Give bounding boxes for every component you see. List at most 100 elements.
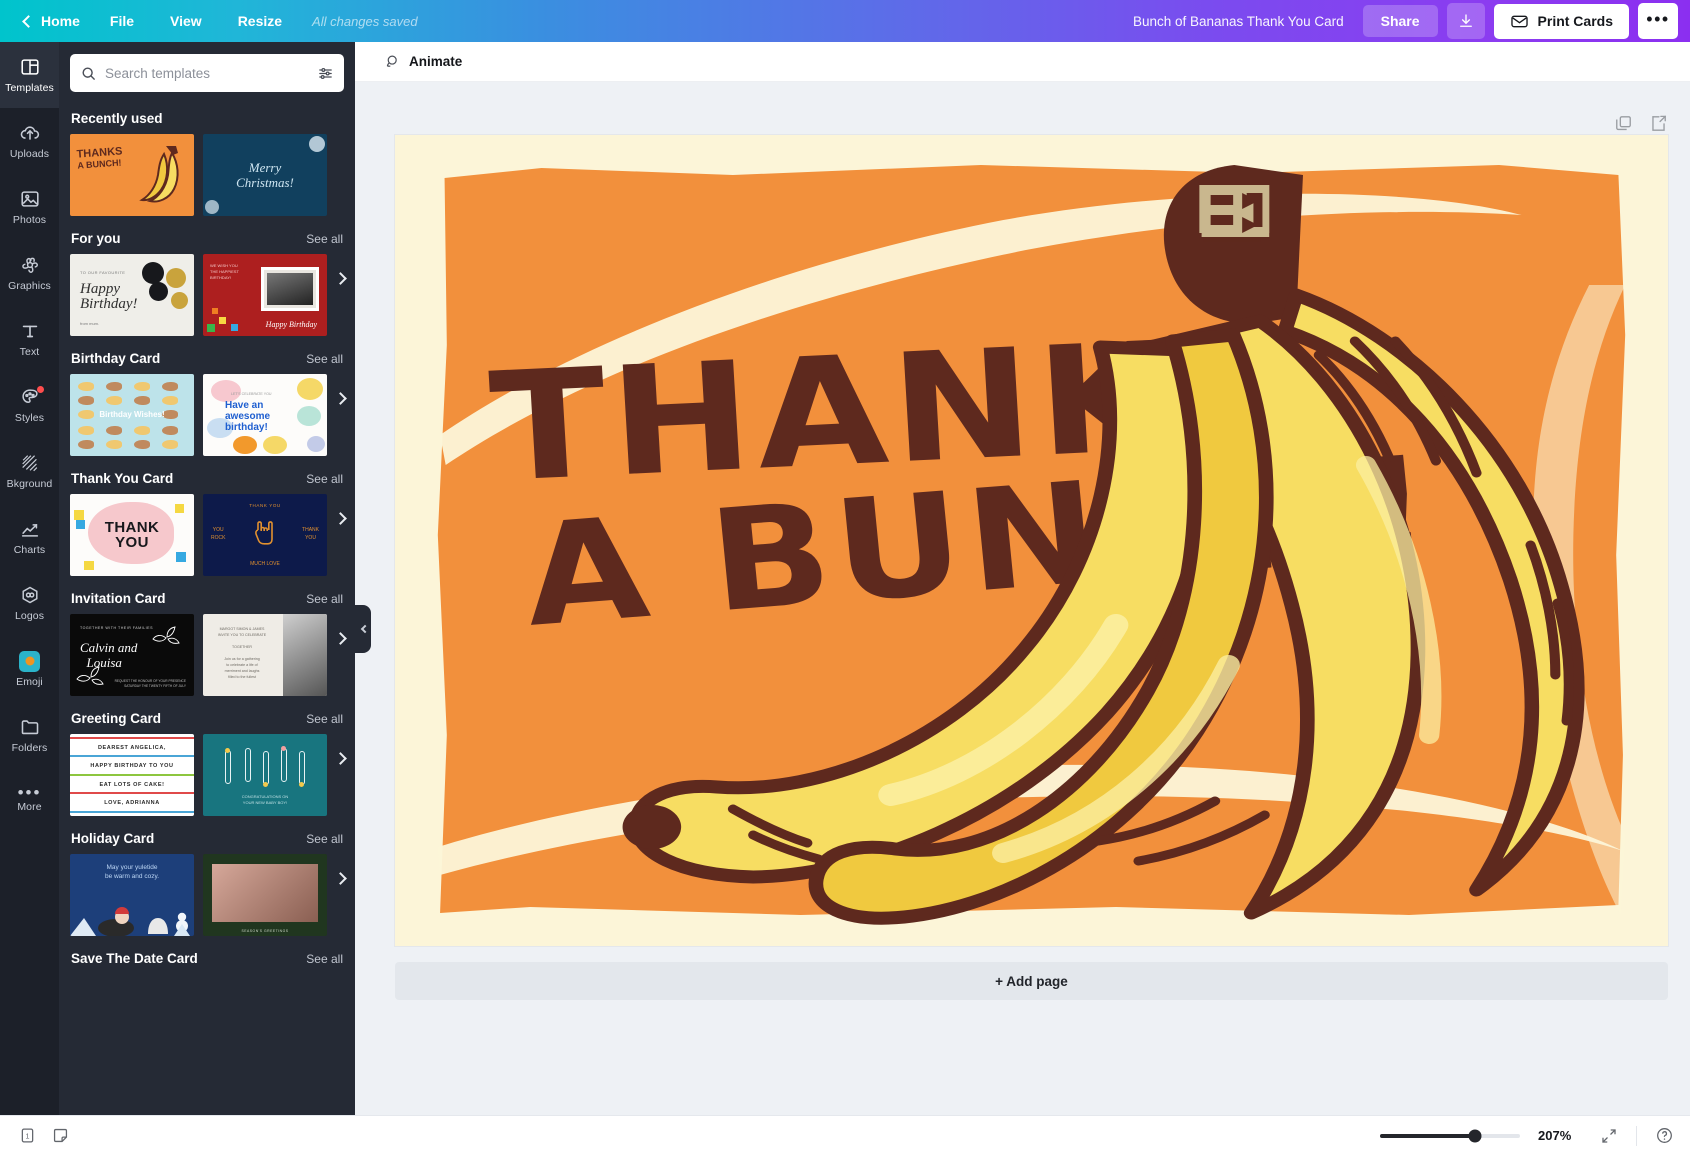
template-safety-pins[interactable]: CONGRATULATIONS ON YOUR NEW BABY BOY! bbox=[203, 734, 327, 816]
see-all-birthday-card[interactable]: See all bbox=[306, 352, 343, 366]
chevron-right-icon bbox=[333, 391, 347, 405]
template-awesome-birthday[interactable]: LET'S CELEBRATE YOU Have an awesome birt… bbox=[203, 374, 327, 456]
see-all-invitation-card[interactable]: See all bbox=[306, 592, 343, 606]
sidebar-label-text: Text bbox=[19, 346, 40, 359]
sidebar-item-styles[interactable]: Styles bbox=[0, 372, 59, 438]
sidebar-label-uploads: Uploads bbox=[9, 148, 50, 161]
sidebar-item-emoji[interactable]: Emoji bbox=[0, 636, 59, 702]
folder-icon bbox=[21, 720, 38, 735]
section-title: Save The Date Card bbox=[71, 951, 198, 966]
template-gathering-invitation[interactable]: MARGOT SIMON & JAMES INVITE YOU TO CELEB… bbox=[203, 614, 327, 696]
confetti bbox=[212, 308, 218, 314]
sidebar-item-photos[interactable]: Photos bbox=[0, 174, 59, 240]
template-yuletide-card[interactable]: May your yuletide be warm and cozy. bbox=[70, 854, 194, 936]
balloon bbox=[142, 262, 164, 284]
thumbnail-row: Birthday Wishes! LET'S CELEBRATE YOU Hav… bbox=[70, 374, 347, 456]
menu-item-file[interactable]: File bbox=[92, 7, 152, 35]
scroll-next-for-you[interactable] bbox=[329, 261, 351, 295]
winter-scene-art bbox=[70, 907, 190, 936]
zoom-slider-knob[interactable] bbox=[1468, 1129, 1482, 1142]
chevron-right-icon bbox=[333, 751, 347, 765]
fish bbox=[78, 440, 94, 449]
notes-icon bbox=[53, 1128, 68, 1143]
section-title: Holiday Card bbox=[71, 831, 155, 846]
fullscreen-icon bbox=[1602, 1128, 1616, 1143]
see-all-thank-you-card[interactable]: See all bbox=[306, 472, 343, 486]
page-thumbnail-button[interactable]: 1 bbox=[18, 1126, 37, 1145]
add-page-button[interactable]: + Add page bbox=[395, 962, 1668, 1000]
templates-panel: Recently used THANKS A BUNCH! bbox=[59, 42, 355, 1115]
search-input[interactable] bbox=[105, 65, 309, 81]
sidebar-item-uploads[interactable]: Uploads bbox=[0, 108, 59, 174]
template-thank-you-pink[interactable]: THANK YOU bbox=[70, 494, 194, 576]
section-title: Recently used bbox=[71, 111, 163, 126]
template-dearest-angelica[interactable]: DEAREST ANGELICA, HAPPY BIRTHDAY TO YOU … bbox=[70, 734, 194, 816]
see-all-holiday-card[interactable]: See all bbox=[306, 832, 343, 846]
template-merry-christmas[interactable]: Merry Christmas! bbox=[203, 134, 327, 216]
print-cards-button[interactable]: Print Cards bbox=[1493, 3, 1629, 39]
thumb-text: LOVE, ADRIANNA bbox=[104, 800, 160, 806]
add-page-label: + Add page bbox=[995, 973, 1068, 989]
section-header: Holiday Card See all bbox=[70, 820, 344, 854]
notes-button[interactable] bbox=[51, 1126, 70, 1145]
thumb-text: EAT LOTS OF CAKE! bbox=[99, 782, 165, 788]
menu-item-resize[interactable]: Resize bbox=[220, 7, 300, 35]
sidebar-item-text[interactable]: Text bbox=[0, 306, 59, 372]
thumb-caption: TO OUR FAVOURITE bbox=[80, 270, 126, 275]
see-all-save-the-date[interactable]: See all bbox=[306, 952, 343, 966]
editor-main: Animate THANKS A BUNCH! + Add page bbox=[355, 42, 1690, 1115]
divider bbox=[70, 811, 194, 813]
thumb-text: Birthday Wishes! bbox=[99, 410, 165, 419]
more-options-button[interactable]: ••• bbox=[1638, 3, 1678, 39]
thumb-text: THANK YOU bbox=[104, 519, 160, 551]
emoji-icon bbox=[19, 650, 40, 672]
search-box[interactable] bbox=[70, 54, 344, 92]
filter-sliders-icon[interactable] bbox=[317, 65, 334, 82]
sidebar-item-more[interactable]: ••• More bbox=[0, 768, 59, 834]
sidebar-item-logos[interactable]: Logos bbox=[0, 570, 59, 636]
thumb-caption: TOGETHER WITH THEIR FAMILIES bbox=[80, 626, 153, 630]
pin-head bbox=[263, 782, 268, 787]
collapse-panel-handle[interactable] bbox=[355, 605, 371, 653]
canvas-area[interactable]: THANKS A BUNCH! + Add page bbox=[355, 82, 1690, 1115]
export-page-icon[interactable] bbox=[1649, 114, 1668, 133]
fish bbox=[162, 382, 178, 391]
template-happy-birthday-balloons[interactable]: TO OUR FAVOURITE Happy Birthday! from mum… bbox=[70, 254, 194, 336]
scroll-next-holiday[interactable] bbox=[329, 861, 351, 895]
scroll-next-invitation[interactable] bbox=[329, 621, 351, 655]
see-all-for-you[interactable]: See all bbox=[306, 232, 343, 246]
share-button[interactable]: Share bbox=[1362, 5, 1438, 37]
template-birthday-wishes-fish[interactable]: Birthday Wishes! bbox=[70, 374, 194, 456]
template-happy-birthday-photo[interactable]: WE WISH YOU THE HAPPIEST BIRTHDAY! Happy… bbox=[203, 254, 327, 336]
sidebar-item-charts[interactable]: Charts bbox=[0, 504, 59, 570]
scroll-next-birthday[interactable] bbox=[329, 381, 351, 415]
duplicate-page-icon[interactable] bbox=[1614, 114, 1633, 133]
template-thanks-a-bunch[interactable]: THANKS A BUNCH! bbox=[70, 134, 194, 216]
sidebar-item-folders[interactable]: Folders bbox=[0, 702, 59, 768]
download-button[interactable] bbox=[1446, 3, 1485, 39]
home-button[interactable]: Home bbox=[12, 7, 92, 35]
document-title[interactable]: Bunch of Bananas Thank You Card bbox=[1123, 8, 1354, 35]
fullscreen-button[interactable] bbox=[1600, 1127, 1618, 1145]
sidebar-item-bkground[interactable]: Bkground bbox=[0, 438, 59, 504]
template-family-photo-holiday[interactable]: SEASON'S GREETINGS bbox=[203, 854, 327, 936]
scroll-next-thank-you[interactable] bbox=[329, 501, 351, 535]
fish bbox=[162, 440, 178, 449]
templates-scroll[interactable]: Recently used THANKS A BUNCH! Merry Chri… bbox=[59, 100, 355, 1115]
sidebar-item-graphics[interactable]: Graphics bbox=[0, 240, 59, 306]
toolbar-divider bbox=[1636, 1125, 1637, 1146]
design-page[interactable]: THANKS A BUNCH! bbox=[395, 135, 1668, 946]
sidebar-item-templates[interactable]: Templates bbox=[0, 42, 59, 108]
menu-item-view[interactable]: View bbox=[152, 7, 220, 35]
animate-button[interactable]: Animate bbox=[373, 48, 472, 75]
sidebar-label-emoji: Emoji bbox=[16, 675, 43, 688]
template-calvin-and-louisa[interactable]: TOGETHER WITH THEIR FAMILIES Calvin and … bbox=[70, 614, 194, 696]
see-all-greeting-card[interactable]: See all bbox=[306, 712, 343, 726]
chevron-left-icon bbox=[22, 14, 35, 28]
template-thank-you-rock[interactable]: THANK YOU YOU ROCK THANK YOU MUCH LOVE bbox=[203, 494, 327, 576]
scroll-next-greeting[interactable] bbox=[329, 741, 351, 775]
help-button[interactable] bbox=[1655, 1126, 1674, 1145]
safety-pin bbox=[263, 751, 269, 785]
pin-head bbox=[281, 746, 286, 751]
zoom-slider[interactable] bbox=[1380, 1129, 1520, 1142]
